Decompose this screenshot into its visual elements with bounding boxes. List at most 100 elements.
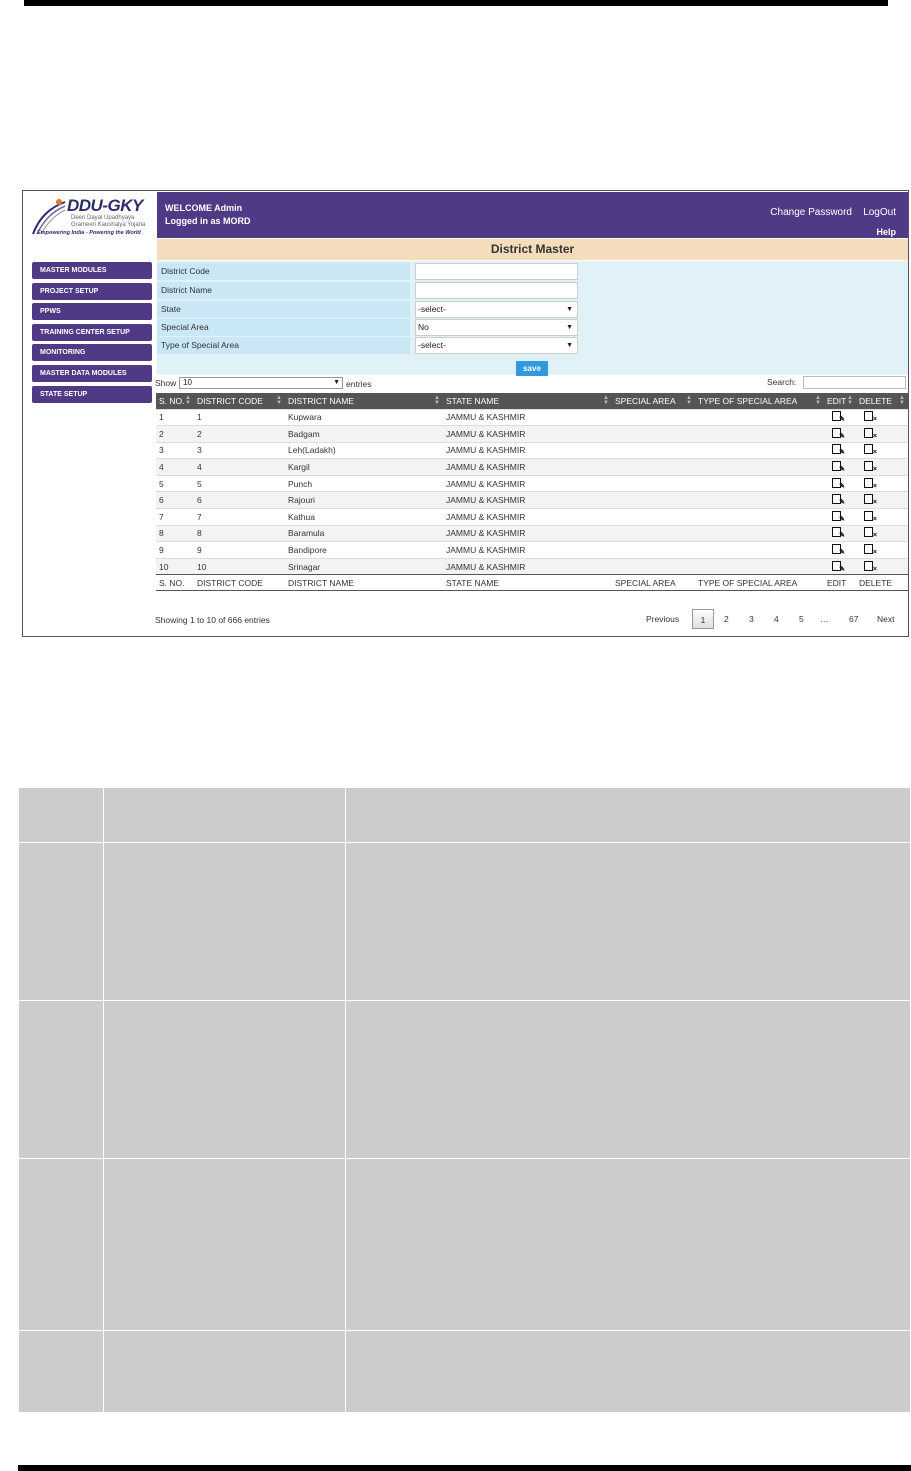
- cell-district-code: 4: [194, 458, 285, 476]
- cell-district-name: Srinagar: [285, 557, 443, 575]
- sidebar-item-training-center-setup[interactable]: TRAINING CENTER SETUP: [32, 323, 152, 341]
- logout-link[interactable]: LogOut: [863, 207, 896, 218]
- cell-district-code: 6: [194, 491, 285, 509]
- cell-state-name: JAMMU & KASHMIR: [443, 474, 612, 492]
- column-header-special-area[interactable]: SPECIAL AREA ▲ ▼: [612, 393, 695, 409]
- sort-icon: ▲ ▼: [815, 395, 821, 406]
- table-row: 3 3 Leh(Ladakh) JAMMU & KASHMIR ✎ ×: [156, 441, 908, 459]
- footer-type-special-area: TYPE OF SPECIAL AREA: [695, 574, 824, 592]
- cell-sno: 9: [156, 541, 194, 559]
- search-label: Search:: [767, 377, 797, 387]
- delete-icon[interactable]: ×: [864, 427, 877, 440]
- cell-district-code: 3: [194, 441, 285, 459]
- cell-edit: ✎: [824, 441, 856, 459]
- cell-state-name: JAMMU & KASHMIR: [443, 408, 612, 426]
- logged-in-text: Logged in as MORD: [165, 216, 251, 226]
- page-button-4[interactable]: 4: [774, 609, 779, 629]
- delete-icon[interactable]: ×: [864, 494, 877, 506]
- cell-special-area: [612, 474, 695, 492]
- footer-edit: EDIT: [824, 574, 856, 592]
- table-header-row: S. NO. ▲ ▼ DISTRICT CODE ▲ ▼ DISTRICT NAME ▲ ▼…: [156, 393, 908, 409]
- cell-sno: 8: [156, 524, 194, 542]
- state-select[interactable]: -select- ▼: [415, 301, 578, 318]
- cell-type-special-area: [695, 425, 824, 443]
- column-header-delete[interactable]: DELETE ▲ ▼: [856, 393, 908, 409]
- delete-icon[interactable]: ×: [864, 411, 877, 423]
- column-header-label: SPECIAL AREA: [615, 395, 676, 406]
- edit-icon[interactable]: ✎: [832, 494, 845, 506]
- special-area-select[interactable]: No ▼: [415, 319, 578, 336]
- column-header-label: DISTRICT NAME: [288, 395, 354, 406]
- sidebar-item-master-data-modules[interactable]: MASTER DATA MODULES: [32, 364, 152, 382]
- top-header: WELCOME Admin Logged in as MORD Change P…: [157, 192, 908, 238]
- cell-type-special-area: [695, 541, 824, 559]
- column-header-state-name[interactable]: STATE NAME ▲ ▼: [443, 393, 612, 409]
- delete-icon[interactable]: ×: [864, 544, 877, 556]
- cell-district-code: 8: [194, 524, 285, 542]
- edit-icon[interactable]: ✎: [832, 444, 845, 456]
- edit-icon[interactable]: ✎: [832, 560, 845, 573]
- column-header-district-code[interactable]: DISTRICT CODE ▲ ▼: [194, 393, 285, 409]
- sidebar-item-state-setup[interactable]: STATE SETUP: [32, 385, 152, 403]
- help-link[interactable]: Help: [876, 227, 896, 237]
- previous-button[interactable]: Previous: [646, 609, 679, 629]
- cell-special-area: [612, 557, 695, 575]
- type-special-area-select-value: -select-: [418, 340, 446, 350]
- cell-special-area: [612, 508, 695, 526]
- search-input[interactable]: [803, 376, 906, 389]
- document-table-cell: [18, 842, 104, 1001]
- cell-special-area: [612, 441, 695, 459]
- district-code-input[interactable]: [415, 263, 578, 280]
- document-table-cell: [18, 1000, 104, 1159]
- page-button-67[interactable]: 67: [849, 609, 858, 629]
- page-button-1[interactable]: 1: [692, 609, 714, 629]
- document-table-row: [18, 842, 911, 1001]
- chevron-down-icon: ▼: [566, 306, 573, 313]
- column-header-edit[interactable]: EDIT ▲ ▼: [824, 393, 856, 409]
- edit-icon[interactable]: ✎: [832, 544, 845, 556]
- page-button-3[interactable]: 3: [749, 609, 754, 629]
- column-header-type-special-area[interactable]: TYPE OF SPECIAL AREA ▲ ▼: [695, 393, 824, 409]
- column-header-sno[interactable]: S. NO. ▲ ▼: [156, 393, 194, 409]
- column-header-district-name[interactable]: DISTRICT NAME ▲ ▼: [285, 393, 443, 409]
- delete-icon[interactable]: ×: [864, 560, 877, 573]
- district-name-input[interactable]: [415, 282, 578, 299]
- column-header-label: TYPE OF SPECIAL AREA: [698, 395, 798, 406]
- page-button-2[interactable]: 2: [724, 609, 729, 629]
- delete-icon[interactable]: ×: [864, 477, 877, 490]
- cell-delete: ×: [856, 425, 908, 443]
- next-button[interactable]: Next: [877, 609, 894, 629]
- cell-edit: ✎: [824, 425, 856, 443]
- cell-type-special-area: [695, 474, 824, 492]
- edit-icon[interactable]: ✎: [832, 477, 845, 490]
- save-button[interactable]: save: [516, 361, 548, 376]
- table-footer-row: S. NO. DISTRICT CODE DISTRICT NAME STATE…: [156, 574, 908, 592]
- delete-icon[interactable]: ×: [864, 444, 877, 456]
- change-password-link[interactable]: Change Password: [770, 207, 852, 218]
- cell-edit: ✎: [824, 508, 856, 526]
- type-special-area-row: Type of Special Area -select- ▼: [157, 337, 908, 354]
- edit-icon[interactable]: ✎: [832, 411, 845, 423]
- type-special-area-select[interactable]: -select- ▼: [415, 337, 578, 354]
- edit-icon[interactable]: ✎: [832, 461, 845, 473]
- page-length-select[interactable]: 10 ▼: [179, 377, 343, 389]
- cell-sno: 4: [156, 458, 194, 476]
- table-row: 4 4 Kargil JAMMU & KASHMIR ✎ ×: [156, 458, 908, 476]
- delete-icon[interactable]: ×: [864, 527, 877, 539]
- delete-icon[interactable]: ×: [864, 510, 877, 523]
- delete-icon[interactable]: ×: [864, 461, 877, 473]
- sidebar-item-ppws[interactable]: PPWS: [32, 303, 152, 321]
- footer-delete: DELETE: [856, 574, 908, 592]
- edit-icon[interactable]: ✎: [832, 427, 845, 440]
- edit-icon[interactable]: ✎: [832, 527, 845, 539]
- state-row: State -select- ▼: [157, 301, 908, 318]
- sidebar-item-project-setup[interactable]: PROJECT SETUP: [32, 282, 152, 300]
- page-button-5[interactable]: 5: [799, 609, 804, 629]
- document-table-cell: [103, 1330, 346, 1413]
- sidebar-item-monitoring[interactable]: MONITORING: [32, 344, 152, 362]
- cell-district-name: Rajouri: [285, 491, 443, 509]
- table-row: 7 7 Kathua JAMMU & KASHMIR ✎ ×: [156, 508, 908, 526]
- cell-sno: 2: [156, 425, 194, 443]
- edit-icon[interactable]: ✎: [832, 510, 845, 523]
- sidebar-item-master-modules[interactable]: MASTER MODULES: [32, 262, 152, 279]
